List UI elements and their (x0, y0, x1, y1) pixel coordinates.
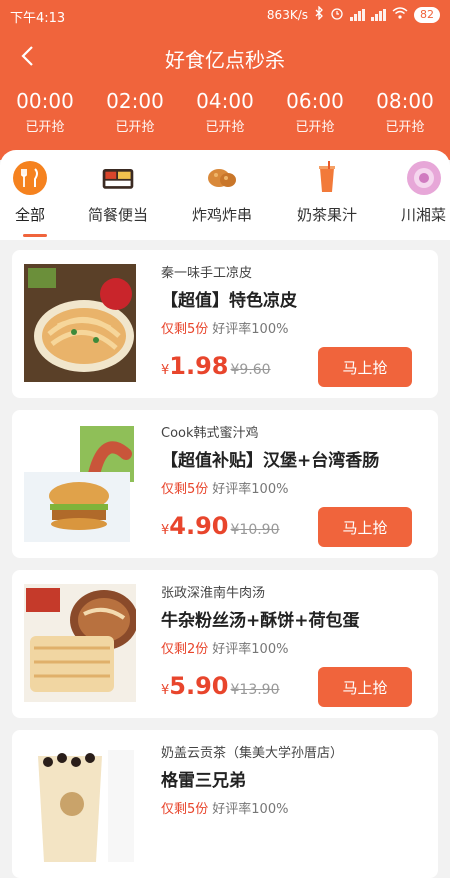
product-card[interactable]: 张政深淮南牛肉汤 牛杂粉丝汤+酥饼+荷包蛋 仅剩2份 好评率100% ¥5.90 ¥… (12, 570, 438, 718)
rating: 好评率100% (212, 322, 289, 337)
product-name: 牛杂粉丝汤+酥饼+荷包蛋 (161, 611, 360, 631)
time-slot-status: 已开抢 (115, 120, 155, 135)
nav-bar: 好食亿点秒杀 (0, 35, 450, 79)
category-tab-sichuan[interactable]: 川湘菜 (401, 160, 446, 225)
time-slot-status: 已开抢 (385, 120, 425, 135)
category-tab-bento[interactable]: 简餐便当 (88, 160, 148, 225)
all-icon (12, 160, 48, 196)
original-price: ¥9.60 (230, 362, 271, 378)
product-meta: 仅剩5份 好评率100% (161, 318, 288, 337)
category-tab-fried-chicken[interactable]: 炸鸡炸串 (192, 160, 252, 225)
remaining-count: 仅剩5份 (161, 322, 209, 337)
original-price: ¥10.90 (230, 522, 280, 538)
category-label: 全部 (14, 206, 45, 224)
product-card[interactable]: 奶盖云贡茶（集美大学孙厝店） 格雷三兄弟 仅剩5份 好评率100% (12, 730, 438, 878)
rating: 好评率100% (212, 482, 289, 497)
bluetooth-icon (314, 5, 324, 23)
time-slot-status: 已开抢 (295, 120, 335, 135)
category-tab-milk-tea[interactable]: 奶茶果汁 (297, 160, 357, 225)
time-slot-time: 00:00 (16, 89, 74, 113)
category-label: 奶茶果汁 (297, 206, 358, 224)
milk-tea-icon (309, 160, 345, 196)
battery-indicator: 82 (414, 6, 440, 23)
wifi-icon (392, 7, 408, 22)
category-label: 川湘菜 (401, 206, 447, 224)
time-slot-status: 已开抢 (25, 120, 65, 135)
product-card[interactable]: 秦一味手工凉皮 【超值】特色凉皮 仅剩5份 好评率100% ¥1.98 ¥9.60 … (12, 250, 438, 398)
time-slot-time: 02:00 (106, 89, 164, 113)
rating: 好评率100% (212, 802, 289, 817)
signal-icon (350, 8, 365, 21)
current-price: 1.98 (169, 352, 229, 380)
time-slot-bar: 00:00 已开抢 02:00 已开抢 04:00 已开抢 06:00 已开抢 … (0, 88, 450, 144)
product-image (24, 744, 136, 862)
status-bar: 下午4:13 863K/s 82 (0, 0, 450, 30)
shop-name: 秦一味手工凉皮 (161, 266, 253, 281)
sichuan-dish-icon (406, 160, 442, 196)
remaining-count: 仅剩5份 (161, 482, 209, 497)
fried-chicken-icon (204, 160, 240, 196)
product-name: 【超值】特色凉皮 (161, 291, 297, 311)
price-block: ¥4.90 ¥10.90 (161, 512, 280, 540)
remaining-count: 仅剩5份 (161, 802, 209, 817)
product-image (24, 424, 136, 542)
remaining-count: 仅剩2份 (161, 642, 209, 657)
shop-name: Cook韩式蜜汁鸡 (161, 426, 259, 441)
buy-now-button[interactable]: 马上抢 (318, 347, 412, 387)
active-tab-indicator (23, 234, 47, 237)
time-slot[interactable]: 00:00 已开抢 (5, 88, 85, 144)
product-meta: 仅剩2份 好评率100% (161, 638, 288, 657)
status-time: 下午4:13 (10, 11, 66, 26)
time-slot[interactable]: 08:00 已开抢 (365, 88, 445, 144)
page-title: 好食亿点秒杀 (165, 48, 285, 72)
bento-icon (100, 160, 136, 196)
time-slot[interactable]: 06:00 已开抢 (275, 88, 355, 144)
category-label: 炸鸡炸串 (192, 206, 253, 224)
time-slot-status: 已开抢 (205, 120, 245, 135)
header: 下午4:13 863K/s 82 好食亿点秒杀 00:00 已开抢 02:00 … (0, 0, 450, 160)
product-meta: 仅剩5份 好评率100% (161, 798, 288, 817)
shop-name: 张政深淮南牛肉汤 (161, 586, 266, 601)
price-block: ¥5.90 ¥13.90 (161, 672, 280, 700)
signal-icon-2 (371, 8, 386, 21)
time-slot-time: 06:00 (286, 89, 344, 113)
product-image (24, 584, 138, 702)
category-tab-all[interactable]: 全部 (12, 160, 48, 225)
category-label: 简餐便当 (88, 206, 149, 224)
time-slot[interactable]: 02:00 已开抢 (95, 88, 175, 144)
buy-now-button[interactable]: 马上抢 (318, 507, 412, 547)
status-icons: 863K/s 82 (266, 5, 440, 23)
buy-now-button[interactable]: 马上抢 (318, 667, 412, 707)
product-card[interactable]: Cook韩式蜜汁鸡 【超值补贴】汉堡+台湾香肠 仅剩5份 好评率100% ¥4.9… (12, 410, 438, 558)
product-name: 格雷三兄弟 (161, 771, 246, 791)
category-bar: 全部 简餐便当 炸鸡炸串 奶茶果汁 川湘菜 (0, 150, 450, 240)
time-slot-time: 08:00 (376, 89, 434, 113)
product-meta: 仅剩5份 好评率100% (161, 478, 288, 497)
time-slot[interactable]: 04:00 已开抢 (185, 88, 265, 144)
shop-name: 奶盖云贡茶（集美大学孙厝店） (161, 746, 344, 761)
time-slot-time: 04:00 (196, 89, 254, 113)
network-speed: 863K/s (266, 7, 308, 22)
product-name: 【超值补贴】汉堡+台湾香肠 (161, 451, 380, 471)
current-price: 4.90 (169, 512, 229, 540)
rating: 好评率100% (212, 642, 289, 657)
original-price: ¥13.90 (230, 682, 280, 698)
price-block: ¥1.98 ¥9.60 (161, 352, 271, 380)
current-price: 5.90 (169, 672, 229, 700)
product-image (24, 264, 136, 382)
alarm-icon (330, 6, 344, 23)
